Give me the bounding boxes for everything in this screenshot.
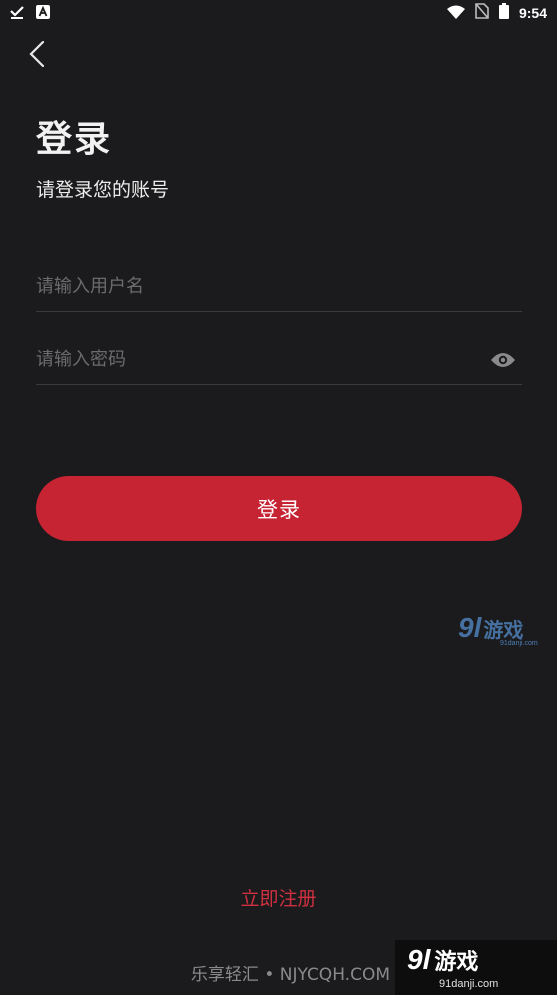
status-bar: 9:54	[0, 0, 557, 26]
username-field-row	[36, 262, 522, 312]
page-title: 登录	[36, 119, 113, 160]
footer-logo-main: 9l 游戏	[407, 944, 478, 976]
chevron-left-icon	[29, 40, 45, 71]
watermark-logo-number: 9l	[458, 612, 482, 643]
page-subtitle: 请登录您的账号	[36, 179, 170, 201]
wifi-icon	[446, 4, 465, 23]
register-link[interactable]: 立即注册	[0, 884, 557, 911]
footer-watermark-text: 乐享轻汇 • NJYCQH.COM	[190, 965, 390, 985]
battery-icon	[498, 3, 509, 23]
watermark-url: 91danji.com	[500, 640, 538, 647]
username-input[interactable]	[36, 276, 456, 297]
footer-logo-number: 9l	[407, 944, 431, 975]
check-download-icon	[10, 4, 26, 23]
footer-logo-url: 91danji.com	[439, 978, 499, 990]
no-sim-icon	[475, 3, 489, 23]
status-time: 9:54	[518, 5, 547, 21]
a-notification-icon	[36, 4, 50, 23]
back-button[interactable]	[22, 40, 52, 72]
footer-logo-text: 游戏	[434, 950, 479, 975]
watermark-logo-text: 游戏	[483, 617, 524, 642]
password-input[interactable]	[36, 349, 456, 370]
password-field-row	[36, 335, 522, 385]
status-left	[10, 4, 50, 23]
footer-watermark-logo: 9l 游戏 91danji.com	[395, 940, 557, 995]
eye-icon[interactable]	[488, 345, 518, 375]
login-button[interactable]: 登录	[36, 476, 522, 541]
status-right: 9:54	[446, 3, 547, 23]
login-screen: 9:54 登录 请登录您的账号 登录 9l 游戏 91danji.com 立即注…	[0, 0, 557, 995]
